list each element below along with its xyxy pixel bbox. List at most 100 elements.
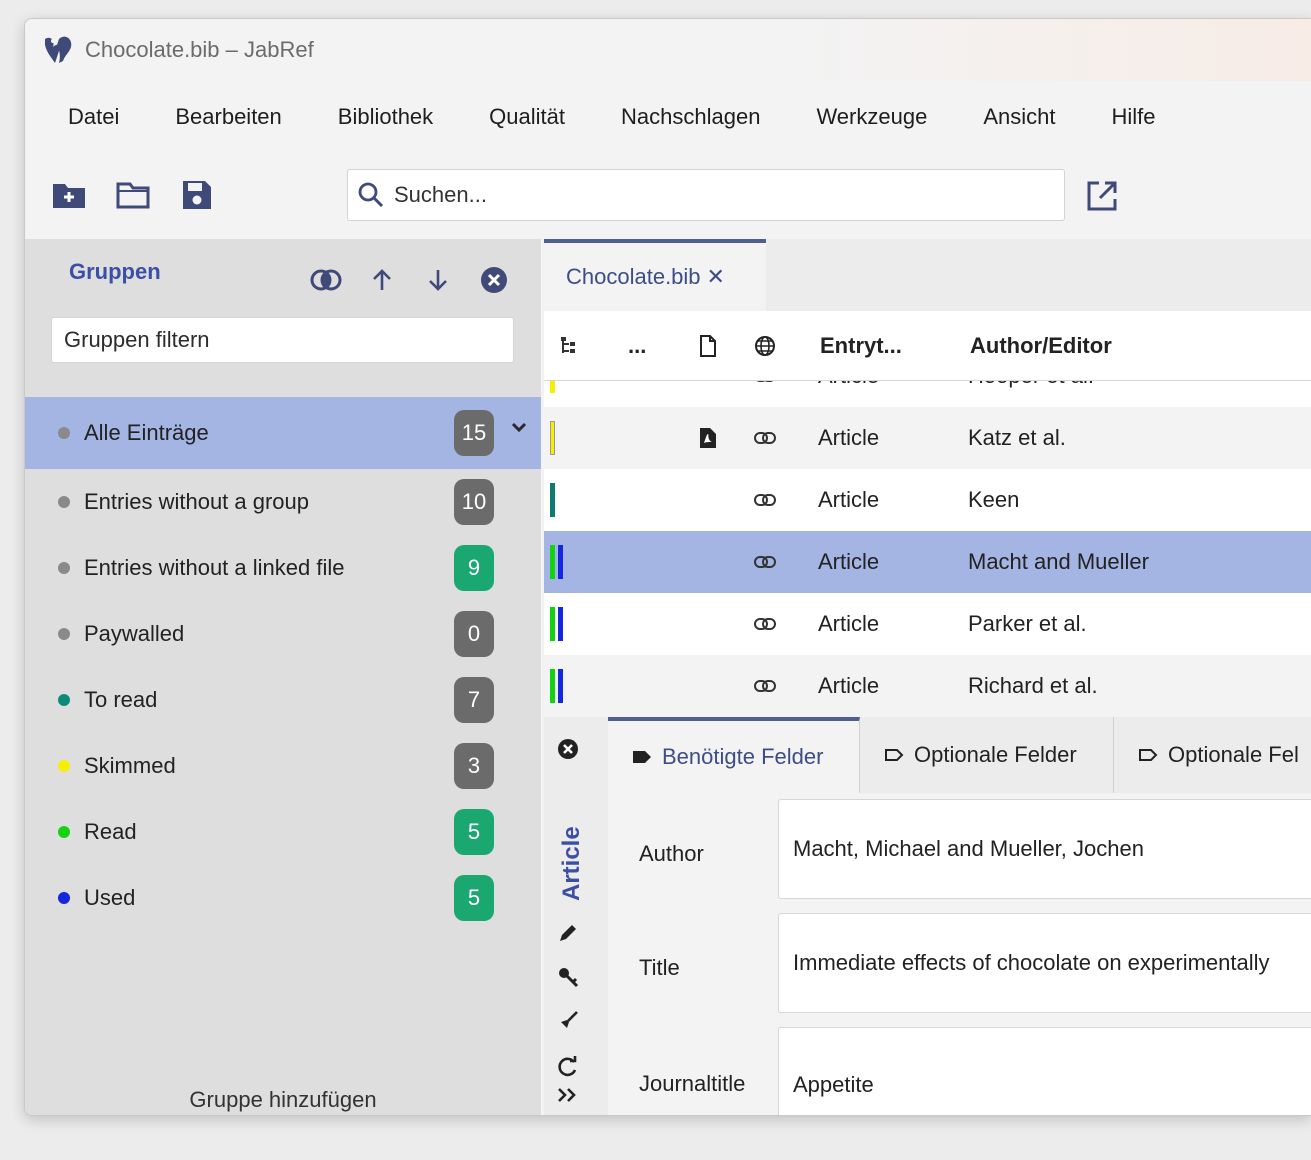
new-library-icon[interactable]: [51, 177, 87, 213]
column-more[interactable]: ...: [628, 311, 646, 381]
menu-bearbeiten[interactable]: Bearbeiten: [175, 104, 281, 130]
table-row[interactable]: Article Richard et al.: [544, 655, 1311, 717]
menu-qualitaet[interactable]: Qualität: [489, 104, 565, 130]
group-color-bar: [550, 421, 555, 455]
tag-outline-icon: [885, 749, 904, 761]
group-count-badge: 9: [454, 545, 494, 591]
link-icon[interactable]: [754, 655, 776, 717]
jabref-window: Chocolate.bib – JabRef Datei Bearbeiten …: [24, 18, 1311, 1116]
column-entrytype[interactable]: Entryt...: [820, 311, 902, 381]
group-count-badge: 10: [454, 479, 494, 525]
close-tab-icon[interactable]: ✕: [707, 264, 725, 290]
cell-author: Hooper et al.: [968, 381, 1094, 407]
add-group-button[interactable]: Gruppe hinzufügen: [25, 1087, 541, 1113]
column-url-globe-icon[interactable]: [754, 311, 776, 381]
link-icon[interactable]: [754, 469, 776, 531]
menu-werkzeuge[interactable]: Werkzeuge: [816, 104, 927, 130]
entry-type-vertical-title: Article: [558, 781, 594, 901]
entry-table-header: ... Entryt... Author/Editor: [544, 311, 1311, 381]
clear-filter-icon[interactable]: [475, 263, 513, 297]
group-count-badge: 5: [454, 809, 494, 855]
tab-optional-fields[interactable]: Optionale Felder: [860, 717, 1114, 793]
tab-optional-fields-2[interactable]: Optionale Fel: [1114, 717, 1311, 793]
menu-nachschlagen[interactable]: Nachschlagen: [621, 104, 760, 130]
open-library-icon[interactable]: [115, 177, 151, 213]
column-tree-icon[interactable]: [560, 311, 582, 381]
table-row[interactable]: Article Katz et al.: [544, 407, 1311, 469]
group-color-dot: [58, 628, 70, 640]
groups-filter-input[interactable]: [51, 317, 514, 363]
group-item-without-linked-file[interactable]: Entries without a linked file 9: [25, 535, 541, 601]
cell-author: Keen: [968, 487, 1020, 512]
table-row[interactable]: Article Hooper et al.: [544, 381, 1311, 407]
menu-bibliothek[interactable]: Bibliothek: [338, 104, 433, 130]
field-author-input[interactable]: Macht, Michael and Mueller, Jochen: [778, 799, 1311, 899]
table-row[interactable]: Article Keen: [544, 469, 1311, 531]
cleanup-broom-icon[interactable]: [556, 1009, 580, 1033]
column-author-editor[interactable]: Author/Editor: [970, 311, 1112, 381]
tag-filled-icon: [633, 751, 651, 763]
group-color-dot: [58, 694, 70, 706]
group-item-without-group[interactable]: Entries without a group 10: [25, 469, 541, 535]
save-library-icon[interactable]: [179, 177, 215, 213]
cell-entrytype: Article: [818, 381, 879, 407]
group-item-skimmed[interactable]: Skimmed 3: [25, 733, 541, 799]
tab-label: Optionale Fel: [1168, 742, 1299, 767]
group-item-all-entries[interactable]: Alle Einträge 15: [25, 397, 541, 469]
library-tab[interactable]: Chocolate.bib ✕: [544, 239, 766, 311]
open-in-new-window-icon[interactable]: [1085, 179, 1119, 213]
group-count-badge: 5: [454, 875, 494, 921]
pencil-icon[interactable]: [556, 921, 580, 945]
entry-type-label: Article: [558, 826, 585, 901]
menu-datei[interactable]: Datei: [68, 104, 119, 130]
arrow-down-icon[interactable]: [419, 263, 457, 297]
table-row[interactable]: Article Parker et al.: [544, 593, 1311, 655]
close-editor-icon[interactable]: [556, 737, 580, 761]
field-label-journaltitle: Journaltitle: [639, 1071, 746, 1096]
group-item-paywalled[interactable]: Paywalled 0: [25, 601, 541, 667]
link-icon[interactable]: [754, 407, 776, 469]
column-file-icon[interactable]: [698, 311, 718, 381]
tag-outline-icon: [1139, 749, 1158, 761]
menu-ansicht[interactable]: Ansicht: [983, 104, 1055, 130]
global-search[interactable]: [347, 169, 1065, 221]
field-title-input[interactable]: Immediate effects of chocolate on experi…: [778, 913, 1311, 1013]
double-chevron-right-icon[interactable]: [556, 1083, 580, 1107]
cell-entrytype: Article: [818, 425, 880, 450]
field-journaltitle-input[interactable]: Appetite: [778, 1027, 1311, 1115]
search-input[interactable]: [394, 182, 1034, 208]
groups-sidebar: Gruppen Alle Einträge 15 Entries witho: [25, 239, 541, 1115]
link-icon[interactable]: [754, 531, 776, 593]
group-count-badge: 3: [454, 743, 494, 789]
intersection-toggle-icon[interactable]: [307, 263, 345, 297]
arrow-up-icon[interactable]: [363, 263, 401, 297]
chevron-down-icon[interactable]: [509, 417, 529, 437]
group-count-badge: 15: [454, 410, 494, 456]
search-icon: [358, 182, 384, 208]
main-panel: Chocolate.bib ✕ ... Entryt... Author/Edi…: [544, 239, 1311, 1115]
cell-author: Katz et al.: [968, 425, 1066, 450]
cell-author: Macht and Mueller: [968, 549, 1149, 574]
tab-required-fields[interactable]: Benötigte Felder: [608, 717, 860, 793]
menu-bar: Datei Bearbeiten Bibliothek Qualität Nac…: [25, 81, 1311, 153]
group-color-dot: [58, 826, 70, 838]
refresh-icon[interactable]: [556, 1055, 580, 1079]
library-tab-label: Chocolate.bib: [566, 264, 701, 289]
group-color-bar: [550, 381, 555, 393]
link-icon[interactable]: [754, 381, 776, 407]
link-icon[interactable]: [754, 593, 776, 655]
menu-hilfe[interactable]: Hilfe: [1111, 104, 1155, 130]
editor-tab-strip: Benötigte Felder Optionale Felder Option…: [608, 717, 1311, 793]
group-item-to-read[interactable]: To read 7: [25, 667, 541, 733]
group-count-badge: 0: [454, 611, 494, 657]
group-count-badge: 7: [454, 677, 494, 723]
group-item-used[interactable]: Used 5: [25, 865, 541, 931]
group-item-read[interactable]: Read 5: [25, 799, 541, 865]
table-row-selected[interactable]: Article Macht and Mueller: [544, 531, 1311, 593]
group-color-bar: [550, 483, 555, 517]
key-icon[interactable]: [556, 965, 580, 989]
group-color-bar: [558, 545, 563, 579]
pdf-file-icon[interactable]: [698, 407, 718, 469]
tab-label: Benötigte Felder: [662, 744, 824, 769]
groups-title: Gruppen: [69, 259, 161, 284]
